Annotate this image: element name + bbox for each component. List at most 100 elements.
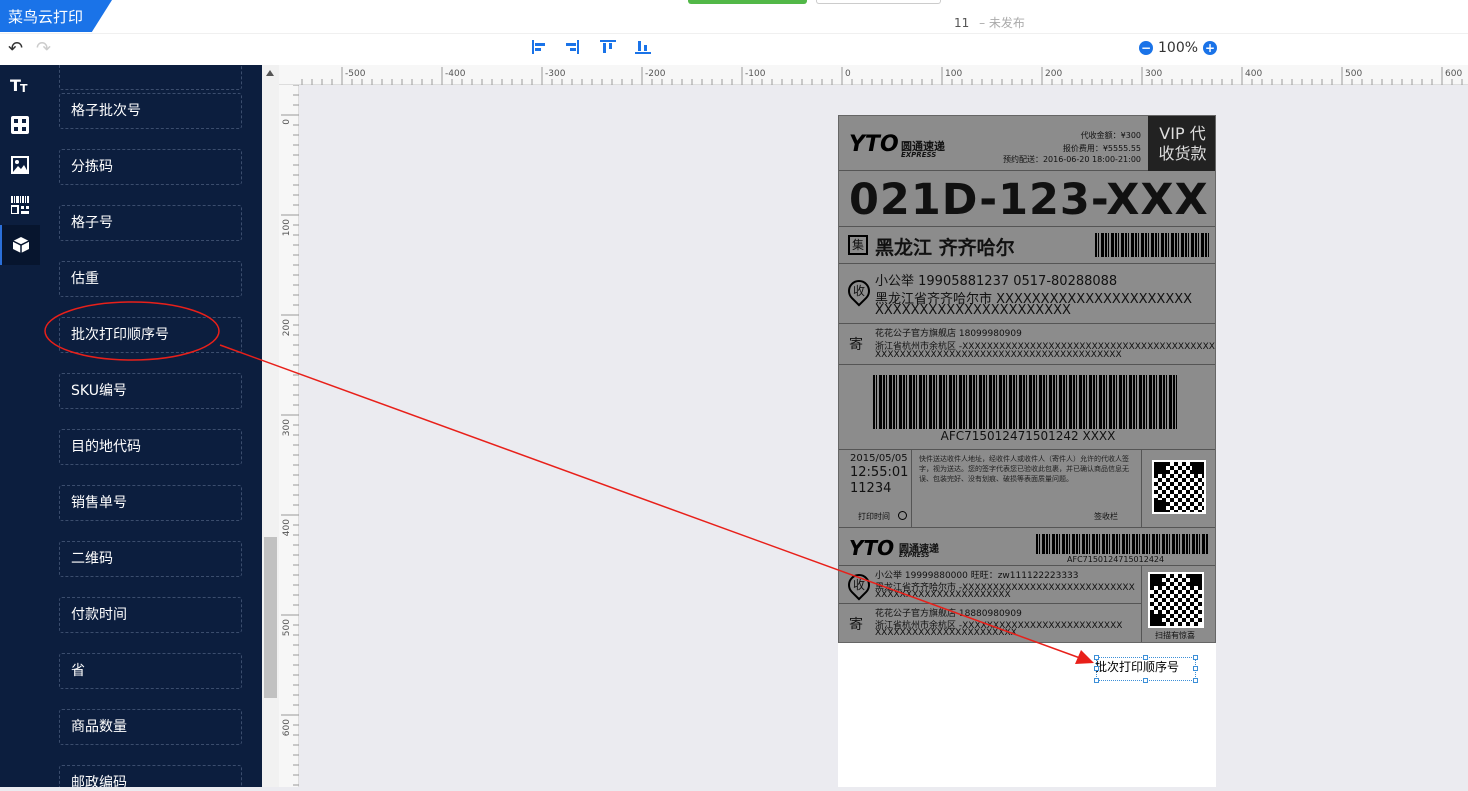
component-icon[interactable] (0, 105, 40, 145)
panel-item-sort-code[interactable]: 分拣码 (59, 149, 242, 185)
resize-handle[interactable] (1143, 678, 1148, 683)
barcode-icon[interactable] (0, 185, 40, 225)
panel-item-province[interactable]: 省 (59, 653, 242, 689)
ruler-label: 300 (282, 419, 292, 436)
panel-item-grid-batch-no[interactable]: 格子批次号 (59, 93, 242, 129)
resize-handle[interactable] (1094, 655, 1099, 660)
sender-mark: 寄 (849, 337, 863, 353)
panel-item-sales-order[interactable]: 销售单号 (59, 485, 242, 521)
ruler-label: 0 (845, 69, 851, 79)
resize-handle[interactable] (1193, 678, 1198, 683)
receiver-section: 收 小公举 19905881237 0517-80288088 黑龙江省齐齐哈尔… (839, 264, 1215, 324)
zoom-level: 100% (1158, 40, 1199, 56)
redo-icon[interactable]: ↷ (36, 40, 51, 58)
ruler-label: 300 (1145, 69, 1162, 79)
delivery-notice: 快件送达收件人地址，经收件人或收件人（寄件人）允许的代收人签字，视为送达。您的签… (919, 455, 1129, 483)
preview-button[interactable] (816, 0, 941, 4)
ruler-label: -100 (745, 69, 766, 79)
cod-amount: 代收金额：¥300 (1080, 131, 1141, 140)
ruler-label: 400 (282, 519, 292, 536)
print-time: 12:55:01 (850, 465, 909, 480)
ruler-label: 500 (1345, 69, 1362, 79)
receiver-pin-icon-2: 收 (843, 569, 875, 601)
destination-barcode (1095, 233, 1209, 257)
tool-icon-bar: TT (0, 65, 40, 787)
panel-item-quantity[interactable]: 商品数量 (59, 709, 242, 745)
resize-handle[interactable] (1094, 666, 1099, 671)
panel-item-batch-print-seq[interactable]: 批次打印顺序号 (59, 317, 242, 353)
qr-code-1 (1152, 460, 1206, 514)
align-bottom-icon[interactable] (635, 40, 651, 54)
receiver-address-2: XXXXXXXXXXXXXXXXXXXXXX (875, 303, 1071, 318)
publish-button[interactable] (688, 0, 807, 4)
tracking-number-2: AFC7150124715012424 (1067, 555, 1165, 564)
vip-line-1: VIP 代 (1159, 124, 1206, 143)
s2-address-2: XXXXXXXXXXXXXXXXXXXXXXX (875, 628, 1017, 638)
tracking-barcode-2 (1036, 534, 1209, 554)
zoom-control: − 100% + (1139, 40, 1218, 56)
panel-item-dest-code[interactable]: 目的地代码 (59, 429, 242, 465)
text-icon[interactable]: TT (0, 65, 40, 105)
ruler-label: 200 (282, 319, 292, 336)
label-header: YTO 圆通速递 EXPRESS 代收金额：¥300 报价费用：¥5555.55… (839, 116, 1215, 171)
align-top-icon[interactable] (600, 40, 616, 54)
ruler-label: 200 (1045, 69, 1062, 79)
shipping-label-template[interactable]: YTO 圆通速递 EXPRESS 代收金额：¥300 报价费用：¥5555.55… (838, 115, 1216, 643)
ruler-label: 600 (1445, 69, 1462, 79)
resize-handle[interactable] (1193, 666, 1198, 671)
image-icon[interactable] (0, 145, 40, 185)
receipt-receiver: 收 小公举 19999880000 旺旺：zw111122223333 黑龙江省… (839, 566, 1141, 604)
brand-en-2: EXPRESS (899, 552, 930, 559)
zoom-out-icon[interactable]: − (1139, 41, 1153, 55)
ruler-label: -400 (445, 69, 466, 79)
zoom-in-icon[interactable]: + (1203, 41, 1218, 55)
info-divider (1141, 450, 1142, 528)
sender-mark-2: 寄 (849, 617, 863, 633)
align-right-icon[interactable] (564, 40, 580, 54)
tracking-barcode-section: AFC715012471501242 XXXX (839, 365, 1215, 450)
ruler-label: 100 (282, 219, 292, 236)
panel-item-top-partial[interactable] (59, 65, 242, 90)
panel-item-pay-time[interactable]: 付款时间 (59, 597, 242, 633)
scroll-up-icon[interactable] (266, 70, 274, 76)
r2-address-2: XXXXXXXXXXXXXXXXXXXXXX (875, 590, 1011, 600)
panel-item-estimated-weight[interactable]: 估重 (59, 261, 242, 297)
sign-label: 签收栏 (1094, 512, 1118, 521)
field-panel: 格子批次号 分拣码 格子号 估重 批次打印顺序号 SKU编号 目的地代码 销售单… (40, 65, 262, 787)
sender-name-phone: 花花公子官方旗舰店 18099980909 (875, 329, 1022, 339)
selected-field-text[interactable]: 批次打印顺序号 (1095, 658, 1179, 675)
tracking-number: AFC715012471501242 XXXX (940, 429, 1116, 443)
document-status: – 未发布 (979, 16, 1025, 30)
sort-code-section: 021D-123-XXX (839, 171, 1215, 227)
resize-handle[interactable] (1143, 655, 1148, 660)
clock-icon (898, 511, 907, 520)
panel-item-sku[interactable]: SKU编号 (59, 373, 242, 409)
panel-item-postcode[interactable]: 邮政编码 (59, 765, 242, 787)
undo-icon[interactable]: ↶ (8, 40, 23, 58)
resize-handle[interactable] (1193, 655, 1198, 660)
destination-section: 集 黑龙江 齐齐哈尔 (839, 227, 1215, 264)
print-time-label: 打印时间 (858, 512, 890, 521)
receiver-name-phone: 小公举 19905881237 0517-80288088 (875, 274, 1118, 289)
ruler-label: 100 (945, 69, 962, 79)
align-left-icon[interactable] (531, 40, 547, 54)
collect-mark: 集 (848, 235, 868, 255)
scheduled-delivery: 预约配送：2016-06-20 18:00-21:00 (1002, 155, 1141, 164)
panel-item-grid-no[interactable]: 格子号 (59, 205, 242, 241)
resize-handle[interactable] (1094, 678, 1099, 683)
panel-item-qr-code[interactable]: 二维码 (59, 541, 242, 577)
app-brand[interactable]: 菜鸟云打印 (0, 0, 112, 32)
scrollbar-thumb[interactable] (264, 537, 277, 698)
box-icon[interactable] (0, 225, 40, 265)
divider (0, 33, 1468, 34)
receipt-sender: 寄 花花公子官方旗舰店 18880980909 浙江省杭州市余杭区 -XXXXX… (839, 604, 1141, 642)
print-time-box: 2015/05/05 12:55:01 11234 打印时间 (839, 450, 912, 528)
yto-logo-2: YTO (849, 536, 895, 560)
print-info-section: 2015/05/05 12:55:01 11234 打印时间 快件送达收件人地址… (839, 450, 1215, 528)
vip-line-2: 收货款 (1158, 144, 1207, 163)
ruler-label: 0 (282, 119, 292, 125)
top-bar: 菜鸟云打印 11 – 未发布 ↶ ↷ − 100% + (0, 0, 1468, 65)
svg-text:T: T (20, 82, 28, 94)
sort-code: 021D-123-XXX (849, 175, 1209, 225)
document-title: 11 – 未发布 (954, 14, 1025, 31)
